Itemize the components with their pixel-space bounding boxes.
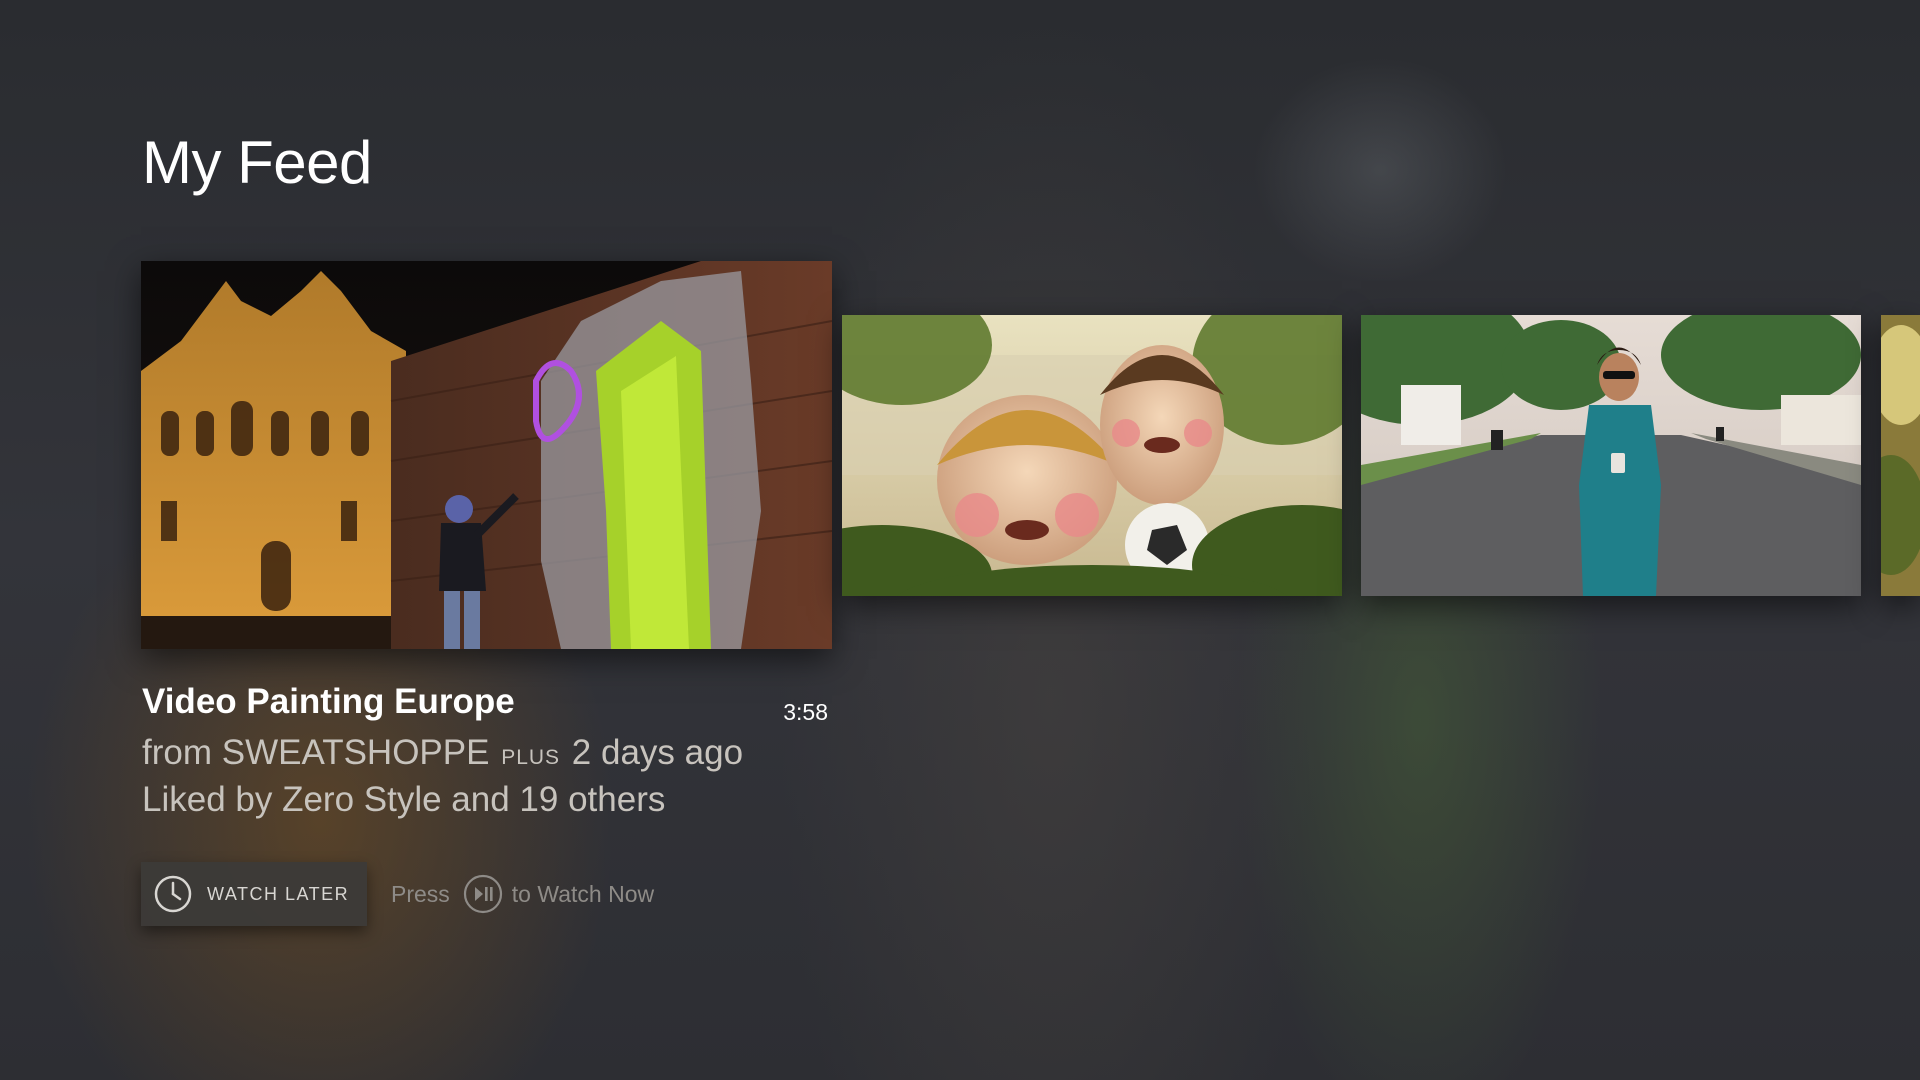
watch-later-label: WATCH LATER: [207, 883, 350, 904]
item-actions: WATCH LATER Press to Watch Now: [141, 862, 654, 926]
upload-age: 2 days ago: [571, 733, 744, 772]
feed-item-thumbnail[interactable]: [1361, 315, 1861, 596]
video-title: Video Painting Europe: [142, 682, 515, 721]
clock-icon: [154, 875, 192, 913]
feed-item-thumbnail-partial[interactable]: [1881, 315, 1920, 596]
play-pause-icon: [463, 874, 502, 914]
channel-name: SWEATSHOPPE: [221, 733, 490, 772]
hint-suffix: to Watch Now: [511, 880, 655, 907]
likes-line: Liked by Zero Style and 19 others: [142, 780, 666, 819]
page-title: My Feed: [142, 129, 372, 196]
from-prefix: from: [142, 733, 212, 772]
focused-item-info: Video Painting Europe 3:58 from SWEATSHO…: [142, 682, 832, 821]
thumbnail-image: [842, 315, 1342, 596]
feed-item-thumbnail-focused[interactable]: [141, 261, 832, 649]
feed-item-thumbnail[interactable]: [842, 315, 1342, 596]
video-source-line: from SWEATSHOPPE PLUS 2 days ago: [142, 732, 832, 779]
thumbnail-image: [1881, 315, 1920, 596]
watch-later-button[interactable]: WATCH LATER: [141, 862, 367, 926]
plus-badge: PLUS: [501, 746, 561, 769]
thumbnail-image: [1361, 315, 1861, 596]
video-duration: 3:58: [783, 699, 828, 725]
thumbnail-image: [141, 261, 832, 649]
feed-screen: My Feed Video Painting Europe 3:58 from …: [0, 0, 1920, 1080]
hint-prefix: Press: [391, 880, 450, 907]
watch-now-hint: Press to Watch Now: [391, 873, 654, 915]
